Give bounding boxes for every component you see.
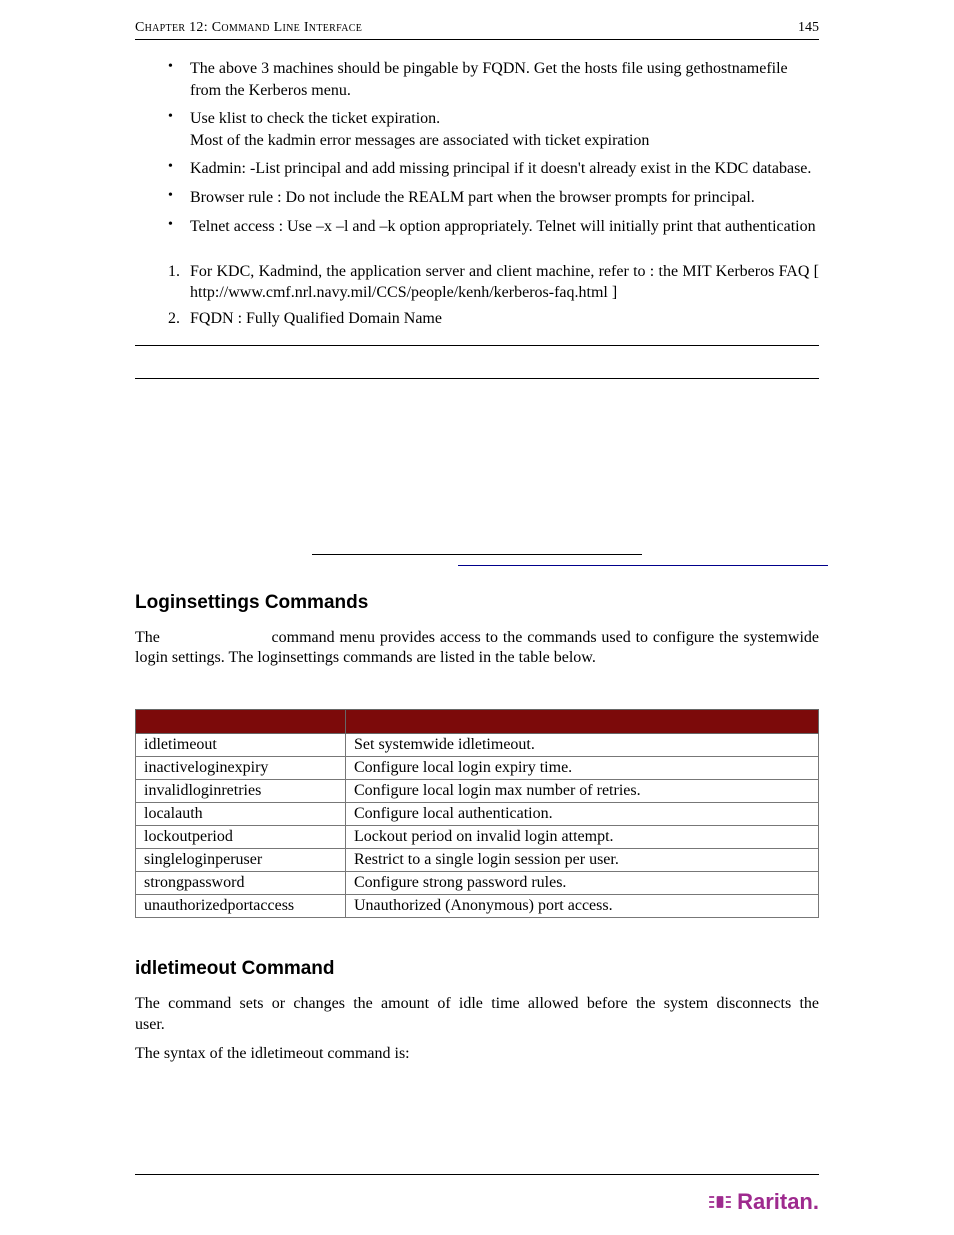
loginsettings-table: idletimeoutSet systemwide idletimeout. i… [135, 709, 819, 918]
section-heading-loginsettings: Loginsettings Commands [135, 592, 819, 614]
idletimeout-para: The command sets or changes the amount o… [135, 994, 819, 1036]
table-header-command [136, 710, 346, 734]
cmd-cell: strongpassword [136, 872, 346, 895]
footer-rule [135, 1174, 819, 1175]
table-row: lockoutperiodLockout period on invalid l… [136, 826, 819, 849]
list-item: Use klist to check the ticket expiration… [190, 108, 819, 151]
table-header-description [346, 710, 819, 734]
desc-cell: Restrict to a single login session per u… [346, 849, 819, 872]
horizontal-rule [135, 378, 819, 379]
cmd-cell: lockoutperiod [136, 826, 346, 849]
list-item: The above 3 machines should be pingable … [190, 58, 819, 101]
brand-text: Raritan. [737, 1189, 819, 1215]
desc-cell: Set systemwide idletimeout. [346, 734, 819, 757]
raritan-icon [707, 1192, 733, 1212]
horizontal-rule [312, 554, 642, 555]
list-item: 1.For KDC, Kadmind, the application serv… [190, 262, 819, 304]
cmd-cell: inactiveloginexpiry [136, 757, 346, 780]
list-item: Kadmin: -List principal and add missing … [190, 158, 819, 180]
desc-cell: Configure local login expiry time. [346, 757, 819, 780]
table-row: singleloginperuserRestrict to a single l… [136, 849, 819, 872]
table-row: idletimeoutSet systemwide idletimeout. [136, 734, 819, 757]
figure-placeholder [135, 554, 819, 566]
loginsettings-intro: The command menu provides access to the … [135, 628, 819, 670]
cmd-cell: singleloginperuser [136, 849, 346, 872]
horizontal-rule [458, 565, 828, 566]
cmd-cell: idletimeout [136, 734, 346, 757]
desc-cell: Lockout period on invalid login attempt. [346, 826, 819, 849]
table-row: invalidloginretriesConfigure local login… [136, 780, 819, 803]
cmd-cell: invalidloginretries [136, 780, 346, 803]
list-item: Browser rule : Do not include the REALM … [190, 187, 819, 209]
table-row: localauthConfigure local authentication. [136, 803, 819, 826]
horizontal-rule [135, 345, 819, 346]
idletimeout-syntax: The syntax of the idletimeout command is… [135, 1044, 819, 1065]
desc-cell: Configure strong password rules. [346, 872, 819, 895]
bullet-list: The above 3 machines should be pingable … [135, 58, 819, 237]
table-row: unauthorizedportaccessUnauthorized (Anon… [136, 895, 819, 918]
cmd-cell: unauthorizedportaccess [136, 895, 346, 918]
list-item: 2.FQDN : Fully Qualified Domain Name [190, 309, 819, 330]
desc-cell: Configure local login max number of retr… [346, 780, 819, 803]
desc-cell: Configure local authentication. [346, 803, 819, 826]
page-number: 145 [798, 20, 819, 36]
brand-logo: Raritan. [707, 1189, 819, 1215]
list-item: Telnet access : Use –x –l and –k option … [190, 216, 819, 238]
numbered-list: 1.For KDC, Kadmind, the application serv… [135, 262, 819, 329]
section-heading-idletimeout: idletimeout Command [135, 958, 819, 980]
header-left: Chapter 12: Command Line Interface [135, 20, 362, 36]
table-header-row [136, 710, 819, 734]
table-row: inactiveloginexpiryConfigure local login… [136, 757, 819, 780]
table-row: strongpasswordConfigure strong password … [136, 872, 819, 895]
desc-cell: Unauthorized (Anonymous) port access. [346, 895, 819, 918]
running-header: Chapter 12: Command Line Interface 145 [135, 20, 819, 40]
cmd-cell: localauth [136, 803, 346, 826]
